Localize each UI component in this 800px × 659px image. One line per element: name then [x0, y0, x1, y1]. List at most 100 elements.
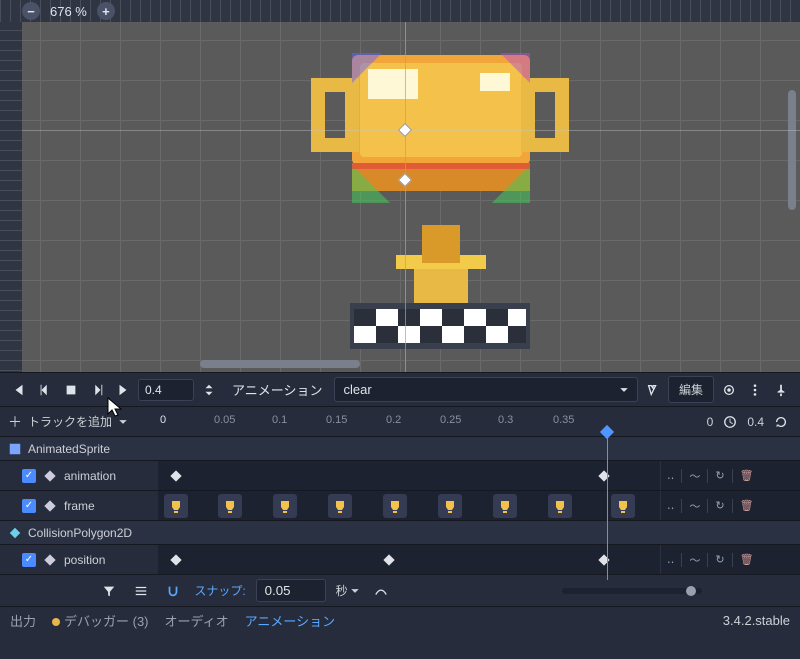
- track-enabled-checkbox[interactable]: ✓: [22, 469, 36, 483]
- delete-track-button[interactable]: 🗑: [740, 553, 754, 566]
- time-tick: 0.3: [498, 414, 513, 426]
- track-mode-icon[interactable]: ‥: [667, 553, 674, 566]
- track-options: ‥ 〜 ↻ 🗑: [660, 491, 800, 520]
- warning-dot-icon: [52, 618, 60, 626]
- time-tick: 0.1: [272, 414, 287, 426]
- ruler-vertical: [0, 0, 22, 372]
- timeline-start-label: 0: [707, 415, 714, 429]
- snap-toolbar: スナップ: 秒: [0, 574, 800, 606]
- keyframe-icon: [44, 554, 55, 565]
- tracks-panel: AnimatedSprite ✓ animation ‥ 〜 ↻ 🗑 ✓ fra…: [0, 436, 800, 574]
- frame-thumbnail[interactable]: [328, 494, 352, 518]
- sprite-preview[interactable]: [310, 35, 570, 355]
- filter-tracks-button[interactable]: [98, 580, 120, 602]
- frame-thumbnail[interactable]: [611, 494, 635, 518]
- step-forward-button[interactable]: [86, 379, 108, 401]
- interp-icon[interactable]: 〜: [689, 552, 700, 568]
- tab-debugger[interactable]: デバッガー (3): [52, 611, 149, 630]
- timeline-length-label: 0.4: [747, 415, 764, 429]
- mouse-cursor-icon: [106, 396, 126, 420]
- step-back-button[interactable]: [34, 379, 56, 401]
- keyframe[interactable]: [170, 470, 181, 481]
- timeline-ruler[interactable]: 0 0.05 0.1 0.15 0.2 0.25 0.3 0.35: [158, 407, 660, 436]
- track-keyframes[interactable]: [158, 461, 660, 490]
- chevron-down-icon: [619, 385, 629, 395]
- delete-track-button[interactable]: 🗑: [740, 499, 754, 512]
- tab-animation[interactable]: アニメーション: [245, 611, 335, 630]
- playhead[interactable]: [607, 432, 608, 580]
- animation-menu-label[interactable]: アニメーション: [224, 380, 330, 399]
- snap-value-input[interactable]: [256, 579, 326, 602]
- time-tick: 0: [160, 414, 166, 426]
- time-stepper-icon[interactable]: [198, 379, 220, 401]
- track-mode-icon[interactable]: ‥: [667, 469, 674, 482]
- track-enabled-checkbox[interactable]: ✓: [22, 499, 36, 513]
- track-property-label: position: [64, 553, 105, 567]
- track-row-frame: ✓ frame ‥ 〜 ↻ 🗑: [0, 490, 800, 520]
- time-position-input[interactable]: [138, 379, 194, 401]
- zoom-out-button[interactable]: −: [22, 2, 40, 20]
- edit-menu-button[interactable]: 編集: [668, 376, 714, 403]
- sprite-node-icon: [8, 442, 22, 456]
- interp-icon[interactable]: 〜: [689, 468, 700, 484]
- time-tick: 0.25: [440, 414, 461, 426]
- frame-thumbnail[interactable]: [493, 494, 517, 518]
- onion-skin-button[interactable]: [718, 379, 740, 401]
- chevron-down-icon: [350, 586, 360, 596]
- keyframe[interactable]: [170, 554, 181, 565]
- frame-thumbnail[interactable]: [383, 494, 407, 518]
- animation-selector[interactable]: clear: [334, 377, 638, 402]
- plus-icon: ＋: [8, 412, 22, 432]
- frame-thumbnail[interactable]: [164, 494, 188, 518]
- add-track-button[interactable]: トラックを追加: [28, 413, 112, 430]
- viewport-horizontal-scrollbar[interactable]: [200, 360, 360, 368]
- track-options: ‥ 〜 ↻ 🗑: [660, 545, 800, 574]
- loop-button[interactable]: [770, 411, 792, 433]
- frame-thumbnail[interactable]: [273, 494, 297, 518]
- track-options: ‥ 〜 ↻ 🗑: [660, 461, 800, 490]
- track-property-label: animation: [64, 469, 116, 483]
- loop-icon[interactable]: ↻: [715, 553, 724, 566]
- track-group-label: CollisionPolygon2D: [28, 526, 132, 540]
- frame-thumbnail[interactable]: [218, 494, 242, 518]
- stop-button[interactable]: [60, 379, 82, 401]
- track-group-animatedsprite[interactable]: AnimatedSprite: [0, 436, 800, 460]
- group-tracks-button[interactable]: [130, 580, 152, 602]
- timeline-clock-icon[interactable]: [719, 411, 741, 433]
- tab-output[interactable]: 出力: [10, 611, 36, 630]
- play-reverse-end-button[interactable]: [8, 379, 30, 401]
- bottom-tab-bar: 出力 デバッガー (3) オーディオ アニメーション 3.4.2.stable: [0, 606, 800, 634]
- track-mode-icon[interactable]: ‥: [667, 499, 674, 512]
- track-property-label: frame: [64, 499, 95, 513]
- autoplay-toggle[interactable]: [642, 379, 664, 401]
- frame-thumbnail[interactable]: [438, 494, 462, 518]
- zoom-in-button[interactable]: +: [97, 2, 115, 20]
- zoom-level-label: 676 %: [50, 4, 87, 19]
- snap-unit-label[interactable]: 秒: [336, 582, 348, 599]
- tab-audio[interactable]: オーディオ: [165, 611, 229, 630]
- frame-thumbnail[interactable]: [548, 494, 572, 518]
- bezier-edit-button[interactable]: [370, 580, 392, 602]
- zoom-slider[interactable]: [562, 588, 702, 594]
- track-row-animation: ✓ animation ‥ 〜 ↻ 🗑: [0, 460, 800, 490]
- pin-button[interactable]: [770, 379, 792, 401]
- more-options-button[interactable]: [744, 379, 766, 401]
- track-keyframes[interactable]: [158, 545, 660, 574]
- track-group-collision[interactable]: CollisionPolygon2D: [0, 520, 800, 544]
- track-keyframes[interactable]: [158, 491, 660, 520]
- version-label: 3.4.2.stable: [723, 613, 790, 628]
- interp-icon[interactable]: 〜: [689, 498, 700, 514]
- loop-icon[interactable]: ↻: [715, 499, 724, 512]
- track-enabled-checkbox[interactable]: ✓: [22, 553, 36, 567]
- snap-toggle-button[interactable]: [162, 580, 184, 602]
- canvas-viewport[interactable]: − 676 % +: [0, 0, 800, 372]
- keyframe-icon: [44, 500, 55, 511]
- keyframe[interactable]: [383, 554, 394, 565]
- snap-label: スナップ:: [194, 582, 245, 599]
- loop-icon[interactable]: ↻: [715, 469, 724, 482]
- time-tick: 0.05: [214, 414, 235, 426]
- animation-name: clear: [343, 382, 371, 397]
- keyframe-icon: [44, 470, 55, 481]
- viewport-vertical-scrollbar[interactable]: [788, 90, 796, 210]
- delete-track-button[interactable]: 🗑: [740, 469, 754, 482]
